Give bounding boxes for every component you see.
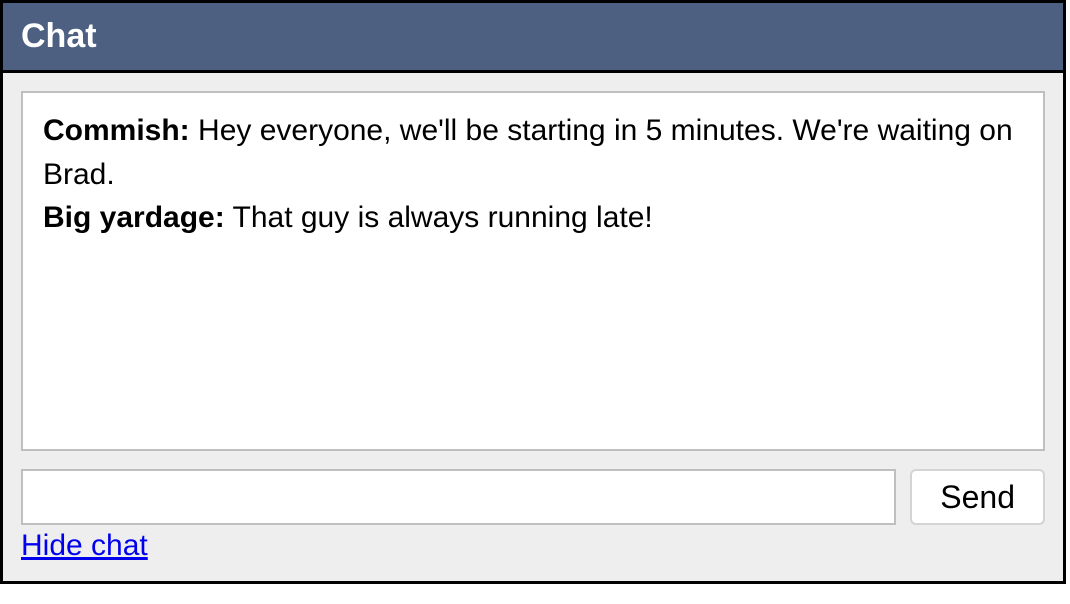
hide-chat-link[interactable]: Hide chat <box>21 529 148 563</box>
message-text: That guy is always running late! <box>225 201 653 234</box>
input-row: Send <box>21 469 1045 525</box>
chat-message: Commish: Hey everyone, we'll be starting… <box>43 109 1023 196</box>
message-author: Commish: <box>43 114 190 147</box>
messages-area[interactable]: Commish: Hey everyone, we'll be starting… <box>21 91 1045 451</box>
chat-input[interactable] <box>21 469 896 525</box>
chat-panel: Chat Commish: Hey everyone, we'll be sta… <box>0 0 1066 584</box>
send-button[interactable]: Send <box>910 469 1045 525</box>
chat-body: Commish: Hey everyone, we'll be starting… <box>3 73 1063 581</box>
message-author: Big yardage: <box>43 201 225 234</box>
chat-header: Chat <box>3 3 1063 73</box>
chat-title: Chat <box>21 17 97 55</box>
chat-message: Big yardage: That guy is always running … <box>43 196 1023 240</box>
